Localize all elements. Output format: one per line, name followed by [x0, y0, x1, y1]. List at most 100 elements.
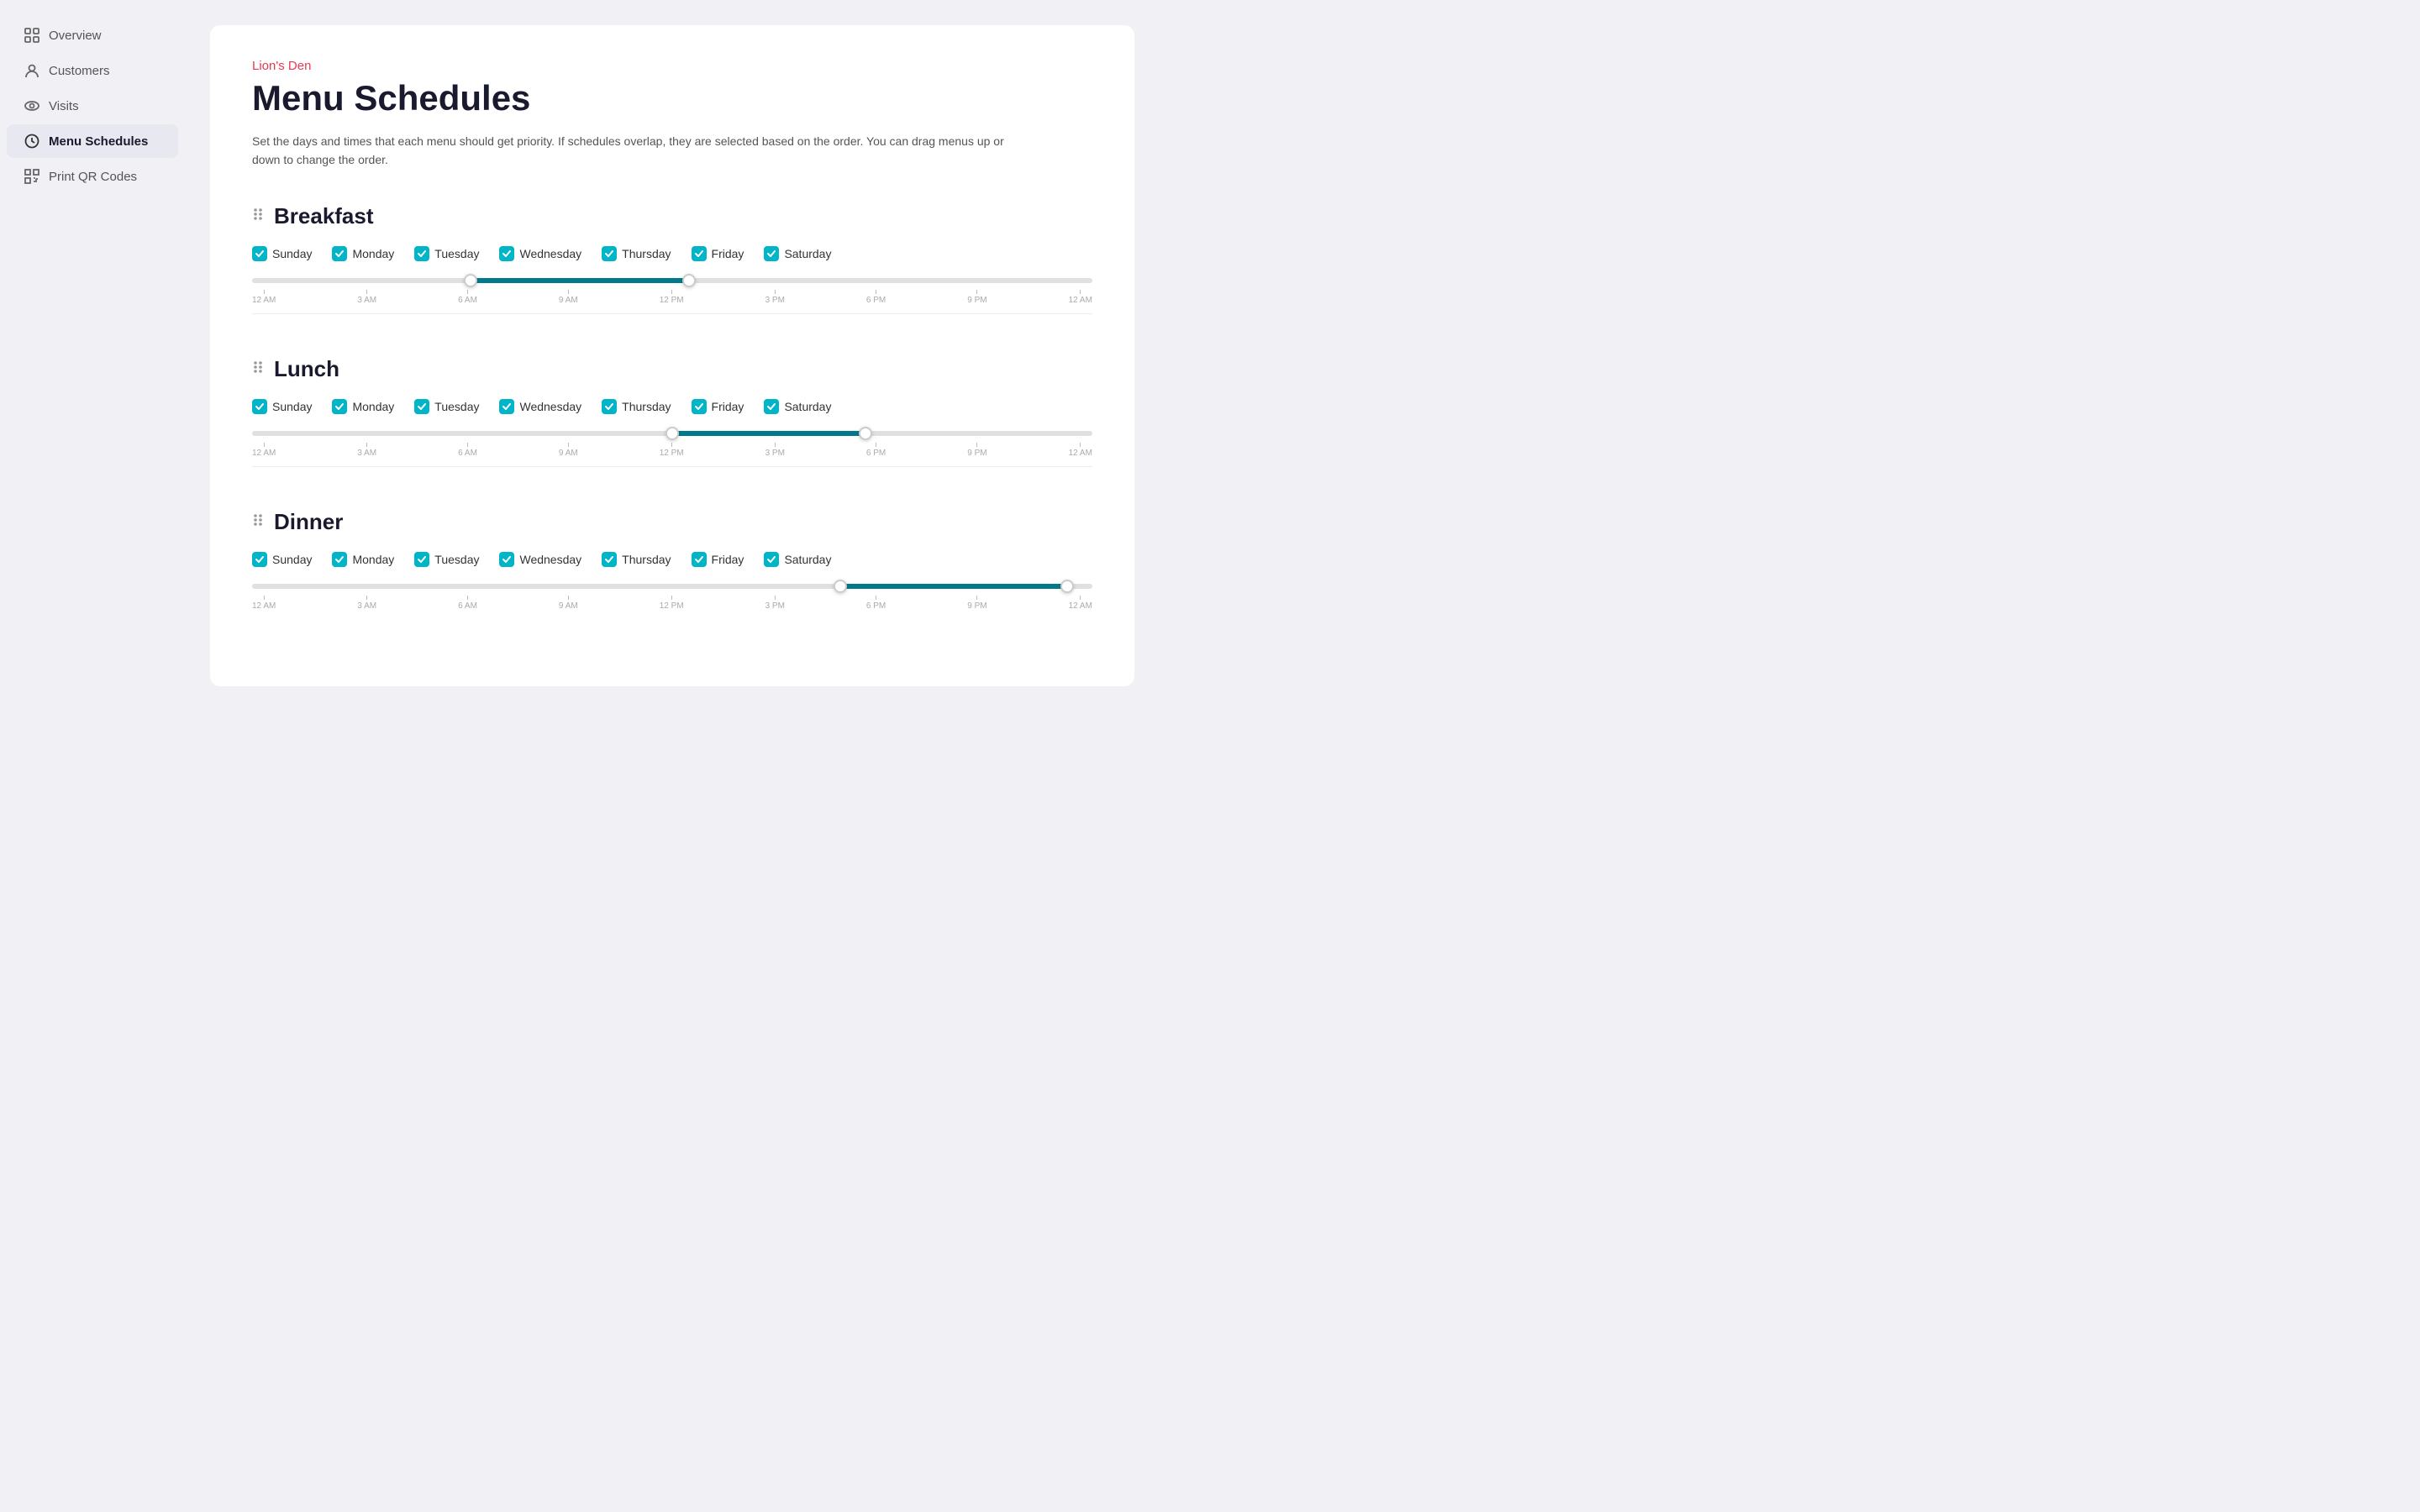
day-checkbox-dinner-wednesday[interactable]: Wednesday — [499, 552, 581, 567]
tick-bar — [264, 443, 265, 447]
sidebar-item-print-qr-codes[interactable]: Print QR Codes — [7, 160, 178, 193]
checkbox-thursday — [602, 246, 617, 261]
sidebar-label-print-qr-codes: Print QR Codes — [49, 170, 137, 184]
day-checkbox-dinner-tuesday[interactable]: Tuesday — [414, 552, 479, 567]
day-checkbox-lunch-friday[interactable]: Friday — [692, 399, 744, 414]
menu-section-breakfast: BreakfastSundayMondayTuesdayWednesdayThu… — [252, 203, 1092, 314]
checkbox-thursday — [602, 399, 617, 414]
day-checkbox-lunch-thursday[interactable]: Thursday — [602, 399, 671, 414]
tick-bar — [264, 290, 265, 294]
day-checkbox-lunch-tuesday[interactable]: Tuesday — [414, 399, 479, 414]
slider-fill-breakfast — [471, 278, 689, 283]
section-divider — [252, 466, 1092, 467]
checkbox-sunday — [252, 552, 267, 567]
slider-lunch[interactable] — [252, 431, 1092, 436]
day-checkbox-breakfast-sunday[interactable]: Sunday — [252, 246, 312, 261]
day-label-tuesday: Tuesday — [434, 553, 479, 566]
person-icon — [24, 62, 40, 79]
clock-icon — [24, 133, 40, 150]
days-row-dinner: Sunday Monday Tuesday Wednesday Thursday Frid… — [252, 552, 1092, 567]
tick-bar — [568, 290, 569, 294]
day-checkbox-breakfast-saturday[interactable]: Saturday — [764, 246, 831, 261]
checkbox-tuesday — [414, 246, 429, 261]
tick-bar — [264, 596, 265, 600]
day-checkbox-lunch-monday[interactable]: Monday — [332, 399, 394, 414]
sidebar-label-menu-schedules: Menu Schedules — [49, 134, 148, 149]
tick-label-9-AM: 9 AM — [559, 296, 578, 305]
checkbox-friday — [692, 246, 707, 261]
slider-dinner[interactable] — [252, 584, 1092, 589]
day-checkbox-breakfast-wednesday[interactable]: Wednesday — [499, 246, 581, 261]
tick-bar — [1080, 596, 1081, 600]
checkbox-tuesday — [414, 552, 429, 567]
checkbox-sunday — [252, 246, 267, 261]
tick-label-3-PM: 3 PM — [765, 449, 785, 458]
tick-bar — [976, 290, 977, 294]
sidebar-item-overview[interactable]: Overview — [7, 18, 178, 52]
tick-bar — [671, 290, 672, 294]
day-label-saturday: Saturday — [784, 553, 831, 566]
day-checkbox-lunch-wednesday[interactable]: Wednesday — [499, 399, 581, 414]
tick-label-12-AM: 12 AM — [1069, 449, 1092, 458]
slider-thumb-start-lunch[interactable] — [666, 427, 679, 440]
tick-label-9-PM: 9 PM — [967, 449, 986, 458]
menu-header-dinner: Dinner — [252, 509, 1092, 535]
tick-bar — [467, 596, 468, 600]
sidebar-item-visits[interactable]: Visits — [7, 89, 178, 123]
sidebar-label-customers: Customers — [49, 64, 110, 78]
days-row-breakfast: Sunday Monday Tuesday Wednesday Thursday Frid… — [252, 246, 1092, 261]
tick-label-3-AM: 3 AM — [357, 601, 376, 611]
checkbox-sunday — [252, 399, 267, 414]
checkbox-saturday — [764, 552, 779, 567]
tick-6-PM: 6 PM — [866, 596, 886, 611]
day-checkbox-dinner-thursday[interactable]: Thursday — [602, 552, 671, 567]
day-label-saturday: Saturday — [784, 400, 831, 413]
day-checkbox-breakfast-friday[interactable]: Friday — [692, 246, 744, 261]
day-checkbox-lunch-saturday[interactable]: Saturday — [764, 399, 831, 414]
drag-handle-dinner[interactable] — [252, 512, 264, 532]
day-checkbox-breakfast-thursday[interactable]: Thursday — [602, 246, 671, 261]
slider-track-breakfast — [252, 278, 1092, 283]
slider-thumb-end-breakfast[interactable] — [682, 274, 696, 287]
tick-6-AM: 6 AM — [458, 290, 477, 305]
tick-label-6-PM: 6 PM — [866, 601, 886, 611]
day-label-thursday: Thursday — [622, 400, 671, 413]
tick-label-3-AM: 3 AM — [357, 296, 376, 305]
day-checkbox-breakfast-tuesday[interactable]: Tuesday — [414, 246, 479, 261]
drag-handle-breakfast[interactable] — [252, 207, 264, 226]
day-label-sunday: Sunday — [272, 553, 312, 566]
drag-handle-lunch[interactable] — [252, 360, 264, 379]
day-checkbox-dinner-friday[interactable]: Friday — [692, 552, 744, 567]
tick-bar — [366, 596, 367, 600]
tick-bar — [775, 443, 776, 447]
slider-fill-dinner — [840, 584, 1067, 589]
day-label-saturday: Saturday — [784, 247, 831, 260]
sidebar-item-customers[interactable]: Customers — [7, 54, 178, 87]
tick-bar — [671, 596, 672, 600]
slider-thumb-end-lunch[interactable] — [859, 427, 872, 440]
tick-bar — [775, 596, 776, 600]
sidebar-item-menu-schedules[interactable]: Menu Schedules — [7, 124, 178, 158]
day-checkbox-dinner-monday[interactable]: Monday — [332, 552, 394, 567]
slider-breakfast[interactable] — [252, 278, 1092, 283]
day-label-tuesday: Tuesday — [434, 247, 479, 260]
tick-bar — [366, 290, 367, 294]
day-label-thursday: Thursday — [622, 553, 671, 566]
tick-12-AM: 12 AM — [252, 596, 276, 611]
tick-6-AM: 6 AM — [458, 443, 477, 458]
checkbox-wednesday — [499, 246, 514, 261]
day-checkbox-dinner-sunday[interactable]: Sunday — [252, 552, 312, 567]
tick-bar — [976, 443, 977, 447]
day-checkbox-breakfast-monday[interactable]: Monday — [332, 246, 394, 261]
tick-label-9-PM: 9 PM — [967, 601, 986, 611]
day-label-monday: Monday — [352, 400, 394, 413]
slider-thumb-start-dinner[interactable] — [834, 580, 847, 593]
slider-thumb-end-dinner[interactable] — [1060, 580, 1074, 593]
tick-bar — [467, 290, 468, 294]
day-checkbox-dinner-saturday[interactable]: Saturday — [764, 552, 831, 567]
day-checkbox-lunch-sunday[interactable]: Sunday — [252, 399, 312, 414]
slider-thumb-start-breakfast[interactable] — [464, 274, 477, 287]
checkbox-friday — [692, 552, 707, 567]
grid-icon — [24, 27, 40, 44]
checkbox-wednesday — [499, 399, 514, 414]
